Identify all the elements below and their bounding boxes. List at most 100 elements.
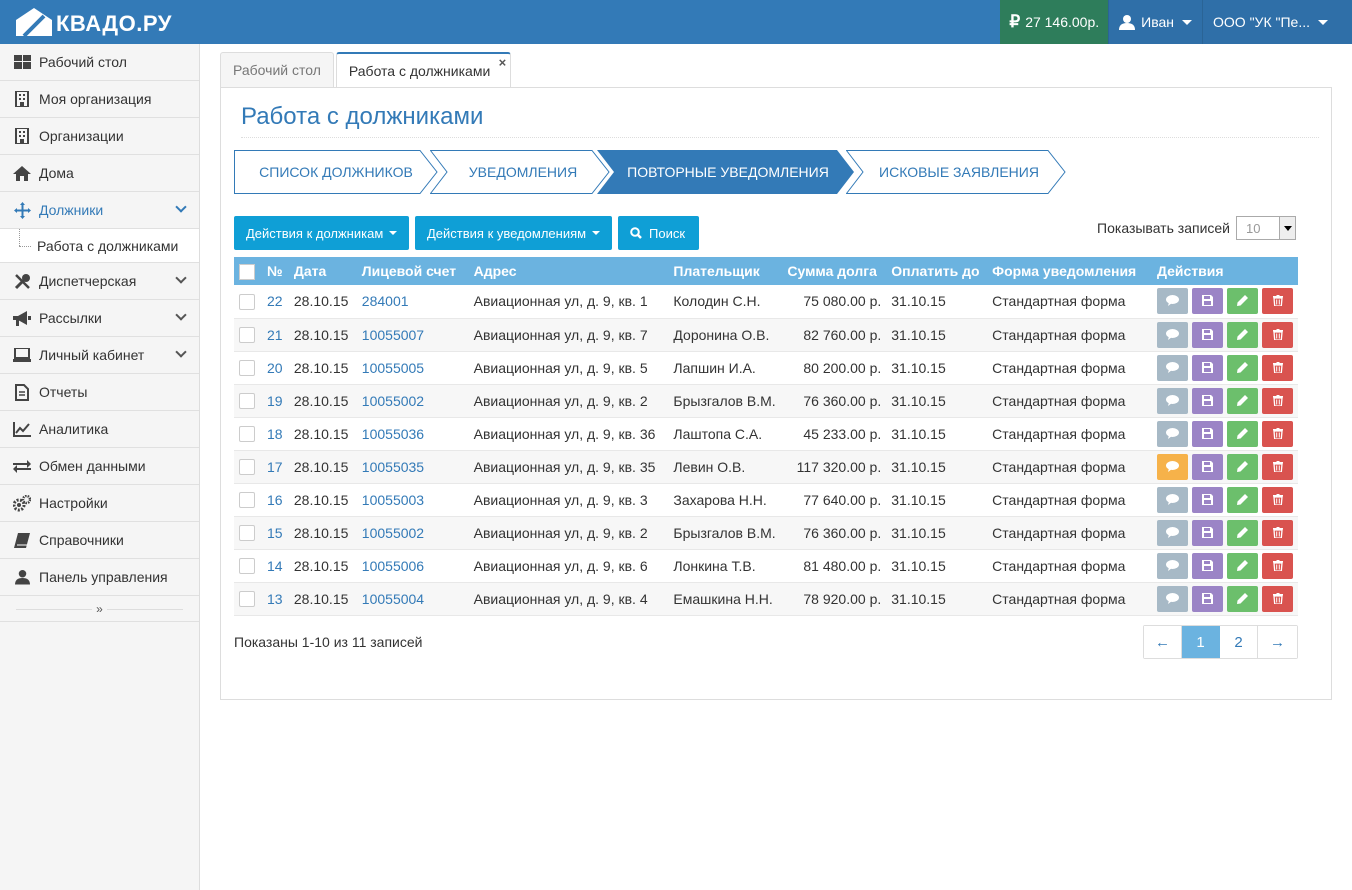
sidebar-item-personal-cabinet[interactable]: Личный кабинет — [0, 337, 199, 374]
sidebar-item-references[interactable]: Справочники — [0, 522, 199, 559]
table-row[interactable]: 21 28.10.15 10055007 Авиационная ул, д. 9, … — [234, 318, 1298, 351]
account-link[interactable]: 10055005 — [362, 360, 424, 376]
sidebar-item-desktop[interactable]: Рабочий стол — [0, 44, 199, 81]
sidebar-item-mailings[interactable]: Рассылки — [0, 300, 199, 337]
account-link[interactable]: 10055006 — [362, 558, 424, 574]
comment-button[interactable] — [1157, 585, 1188, 612]
edit-button[interactable] — [1227, 288, 1258, 315]
delete-button[interactable] — [1262, 387, 1293, 414]
column-header[interactable]: Сумма долга — [782, 257, 886, 285]
column-header[interactable]: Оплатить до — [886, 257, 987, 285]
sidebar-item-data-exchange[interactable]: Обмен данными — [0, 448, 199, 485]
table-row[interactable]: 16 28.10.15 10055003 Авиационная ул, д. 9, … — [234, 483, 1298, 516]
next-page-button[interactable]: → — [1258, 626, 1297, 658]
comment-button[interactable] — [1157, 486, 1188, 513]
edit-button[interactable] — [1227, 420, 1258, 447]
row-number-link[interactable]: 15 — [267, 525, 283, 541]
account-link[interactable]: 10055002 — [362, 393, 424, 409]
column-header[interactable]: Плательщик — [668, 257, 782, 285]
row-checkbox[interactable] — [239, 525, 255, 542]
row-number-link[interactable]: 14 — [267, 558, 283, 574]
search-button[interactable]: Поиск — [618, 216, 699, 250]
edit-button[interactable] — [1227, 453, 1258, 480]
delete-button[interactable] — [1262, 486, 1293, 513]
save-button[interactable] — [1192, 453, 1223, 480]
table-row[interactable]: 17 28.10.15 10055035 Авиационная ул, д. 9, … — [234, 450, 1298, 483]
edit-button[interactable] — [1227, 387, 1258, 414]
sidebar-item-control-panel[interactable]: Панель управления — [0, 559, 199, 596]
sidebar-item-my-organization[interactable]: Моя организация — [0, 81, 199, 118]
account-link[interactable]: 10055004 — [362, 591, 424, 607]
step-lawsuits[interactable]: Исковые заявления — [846, 150, 1066, 194]
edit-button[interactable] — [1227, 354, 1258, 381]
row-checkbox[interactable] — [239, 492, 255, 509]
comment-button[interactable] — [1157, 519, 1188, 546]
comment-button[interactable] — [1157, 420, 1188, 447]
edit-button[interactable] — [1227, 552, 1258, 579]
tab-debtor-work[interactable]: Работа с должниками × — [335, 52, 512, 88]
table-row[interactable]: 19 28.10.15 10055002 Авиационная ул, д. 9, … — [234, 384, 1298, 417]
sidebar-item-debtors[interactable]: Должники — [0, 192, 199, 229]
row-number-link[interactable]: 20 — [267, 360, 283, 376]
step-repeat-notifications[interactable]: Повторные уведомления — [597, 150, 855, 194]
column-header[interactable]: Форма уведомления — [987, 257, 1152, 285]
save-button[interactable] — [1192, 321, 1223, 348]
sidebar-item-settings[interactable]: Настройки — [0, 485, 199, 522]
table-row[interactable]: 20 28.10.15 10055005 Авиационная ул, д. 9, … — [234, 351, 1298, 384]
save-button[interactable] — [1192, 519, 1223, 546]
edit-button[interactable] — [1227, 585, 1258, 612]
edit-button[interactable] — [1227, 486, 1258, 513]
delete-button[interactable] — [1262, 420, 1293, 447]
close-icon[interactable]: × — [499, 55, 507, 70]
delete-button[interactable] — [1262, 552, 1293, 579]
account-link[interactable]: 10055035 — [362, 459, 424, 475]
table-row[interactable]: 14 28.10.15 10055006 Авиационная ул, д. 9, … — [234, 549, 1298, 582]
table-row[interactable]: 15 28.10.15 10055002 Авиационная ул, д. 9, … — [234, 516, 1298, 549]
table-row[interactable]: 18 28.10.15 10055036 Авиационная ул, д. 9, … — [234, 417, 1298, 450]
comment-button[interactable] — [1157, 387, 1188, 414]
row-checkbox[interactable] — [239, 558, 255, 575]
account-link[interactable]: 284001 — [362, 293, 409, 309]
save-button[interactable] — [1192, 288, 1223, 315]
row-number-link[interactable]: 18 — [267, 426, 283, 442]
delete-button[interactable] — [1262, 585, 1293, 612]
column-header[interactable]: № — [262, 257, 289, 285]
comment-button[interactable] — [1157, 354, 1188, 381]
row-number-link[interactable]: 22 — [267, 293, 283, 309]
row-checkbox[interactable] — [239, 393, 255, 410]
row-number-link[interactable]: 16 — [267, 492, 283, 508]
comment-button[interactable] — [1157, 321, 1188, 348]
organization-menu[interactable]: ООО "УК "Пе... — [1203, 0, 1352, 44]
edit-button[interactable] — [1227, 519, 1258, 546]
delete-button[interactable] — [1262, 453, 1293, 480]
save-button[interactable] — [1192, 420, 1223, 447]
step-notifications[interactable]: Уведомления — [430, 150, 610, 194]
notifications-actions-dropdown[interactable]: Действия к уведомлениям — [415, 216, 613, 250]
prev-page-button[interactable]: ← — [1144, 626, 1182, 658]
row-checkbox[interactable] — [239, 426, 255, 443]
row-checkbox[interactable] — [239, 293, 255, 310]
page-1-button[interactable]: 1 — [1182, 626, 1220, 658]
sidebar-item-houses[interactable]: Дома — [0, 155, 199, 192]
account-link[interactable]: 10055003 — [362, 492, 424, 508]
column-header[interactable]: Лицевой счет — [357, 257, 469, 285]
comment-button[interactable] — [1157, 552, 1188, 579]
save-button[interactable] — [1192, 387, 1223, 414]
edit-button[interactable] — [1227, 321, 1258, 348]
row-checkbox[interactable] — [239, 327, 255, 344]
sidebar-item-analytics[interactable]: Аналитика — [0, 411, 199, 448]
comment-button[interactable] — [1157, 288, 1188, 315]
table-row[interactable]: 22 28.10.15 284001 Авиационная ул, д. 9, кв… — [234, 285, 1298, 318]
column-header[interactable]: Дата — [289, 257, 357, 285]
debtors-actions-dropdown[interactable]: Действия к должникам — [234, 216, 410, 250]
table-row[interactable]: 13 28.10.15 10055004 Авиационная ул, д. 9, … — [234, 582, 1298, 615]
delete-button[interactable] — [1262, 354, 1293, 381]
logo[interactable]: КВАДО.РУ — [14, 5, 172, 39]
row-number-link[interactable]: 13 — [267, 591, 283, 607]
delete-button[interactable] — [1262, 519, 1293, 546]
account-link[interactable]: 10055036 — [362, 426, 424, 442]
tab-desktop[interactable]: Рабочий стол — [220, 52, 334, 87]
row-checkbox[interactable] — [239, 360, 255, 377]
account-link[interactable]: 10055002 — [362, 525, 424, 541]
delete-button[interactable] — [1262, 288, 1293, 315]
